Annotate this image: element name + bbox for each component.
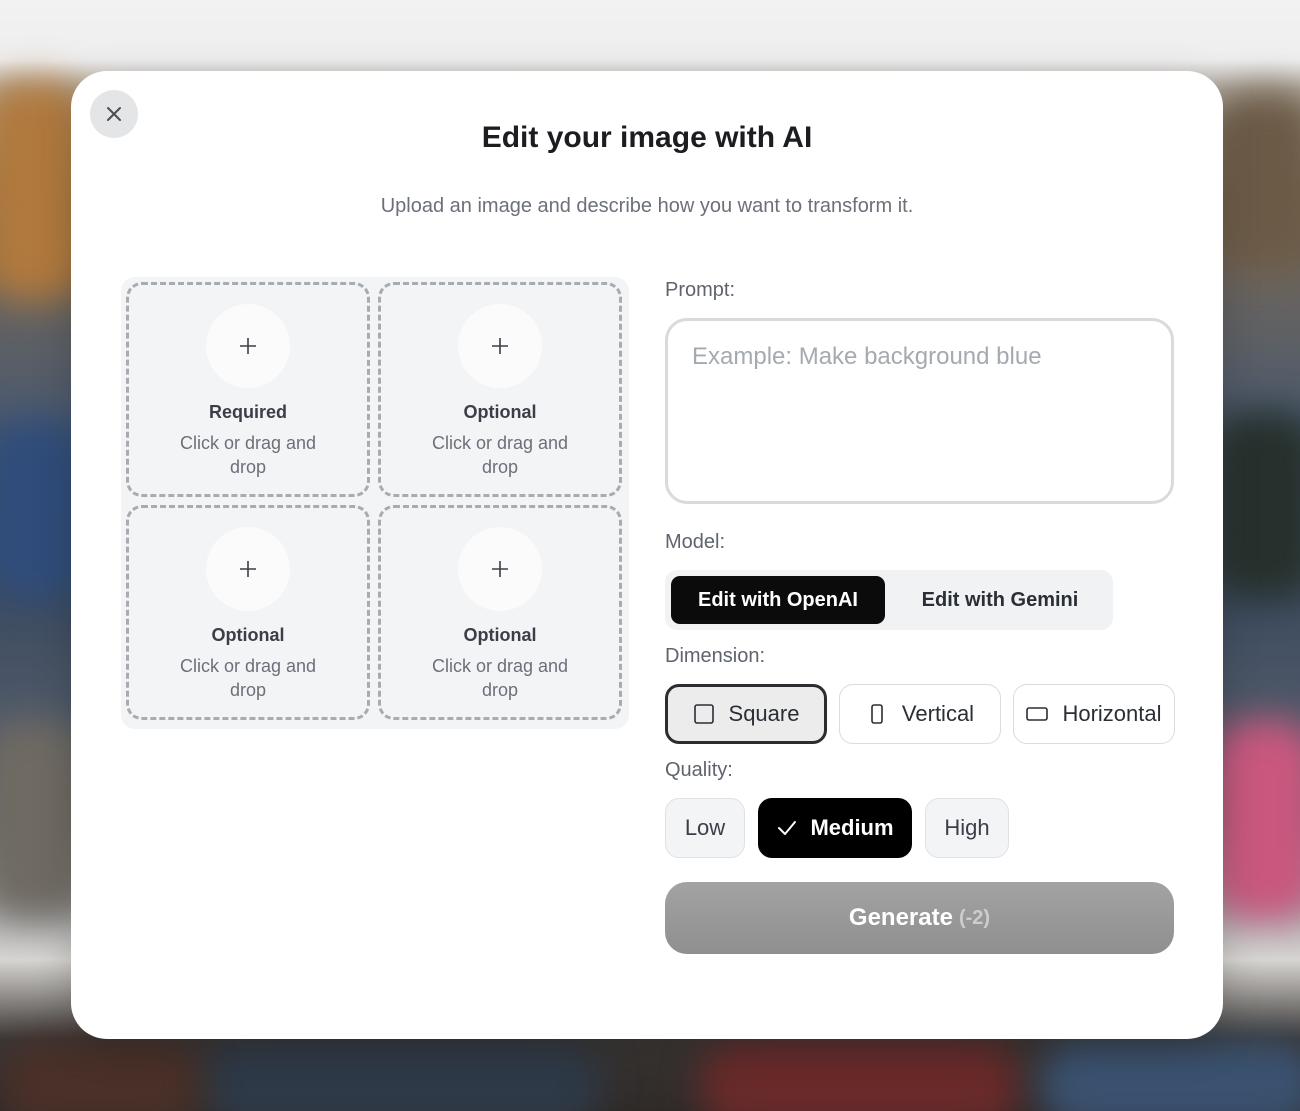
dimension-option-label: Square xyxy=(728,701,800,726)
upload-slot-4[interactable]: Optional Click or drag and drop xyxy=(378,505,622,720)
square-icon xyxy=(693,704,714,724)
model-option-gemini[interactable]: Edit with Gemini xyxy=(893,576,1107,624)
add-image-button[interactable] xyxy=(206,304,290,388)
plus-icon xyxy=(240,561,256,577)
landscape-rect-icon xyxy=(1026,707,1049,721)
dialog-title: Edit your image with AI xyxy=(481,121,813,154)
quality-option-high[interactable]: High xyxy=(925,798,1009,858)
generate-cost: (-2) xyxy=(958,906,991,929)
plus-icon xyxy=(492,338,508,354)
upload-grid: Required Click or drag and drop Optional… xyxy=(121,277,629,729)
upload-slot-3[interactable]: Optional Click or drag and drop xyxy=(126,505,370,720)
quality-label: Quality: xyxy=(665,759,733,781)
dimension-option-vertical[interactable]: Vertical xyxy=(839,684,1001,744)
upload-slot-hint: Click or drag and drop xyxy=(431,656,569,700)
upload-slot-2[interactable]: Optional Click or drag and drop xyxy=(378,282,622,497)
add-image-button[interactable] xyxy=(458,304,542,388)
upload-slot-label: Optional xyxy=(463,402,537,422)
prompt-input[interactable] xyxy=(665,318,1174,504)
dimension-option-label: Vertical xyxy=(901,701,975,726)
plus-icon xyxy=(492,561,508,577)
portrait-rect-icon xyxy=(871,704,883,724)
upload-slot-hint: Click or drag and drop xyxy=(179,656,317,700)
upload-slot-hint: Click or drag and drop xyxy=(431,433,569,477)
generate-button[interactable]: Generate (-2) xyxy=(665,882,1174,954)
upload-slot-label: Required xyxy=(208,402,287,422)
dialog-subtitle: Upload an image and describe how you wan… xyxy=(380,195,914,217)
upload-slot-1[interactable]: Required Click or drag and drop xyxy=(126,282,370,497)
dimension-selector: Square Vertical Horizontal xyxy=(665,684,1175,744)
model-label: Model: xyxy=(665,531,726,553)
model-option-openai[interactable]: Edit with OpenAI xyxy=(671,576,885,624)
add-image-button[interactable] xyxy=(206,527,290,611)
check-icon xyxy=(778,821,797,835)
quality-selector: Low Medium High xyxy=(665,798,1009,858)
dimension-option-square[interactable]: Square xyxy=(665,684,827,744)
plus-icon xyxy=(240,338,256,354)
dimension-option-horizontal[interactable]: Horizontal xyxy=(1013,684,1175,744)
quality-option-label: Medium xyxy=(810,815,894,840)
upload-slot-hint: Click or drag and drop xyxy=(179,433,317,477)
quality-option-low[interactable]: Low xyxy=(665,798,745,858)
upload-slot-label: Optional xyxy=(463,625,537,645)
edit-image-dialog: Edit your image with AI Upload an image … xyxy=(71,71,1223,1039)
prompt-label: Prompt: xyxy=(665,279,736,301)
model-selector: Edit with OpenAI Edit with Gemini xyxy=(665,570,1113,630)
upload-slot-label: Optional xyxy=(211,625,285,645)
dimension-label: Dimension: xyxy=(665,645,766,667)
generate-label: Generate xyxy=(848,904,953,931)
add-image-button[interactable] xyxy=(458,527,542,611)
dimension-option-label: Horizontal xyxy=(1062,701,1162,726)
quality-option-medium[interactable]: Medium xyxy=(758,798,912,858)
